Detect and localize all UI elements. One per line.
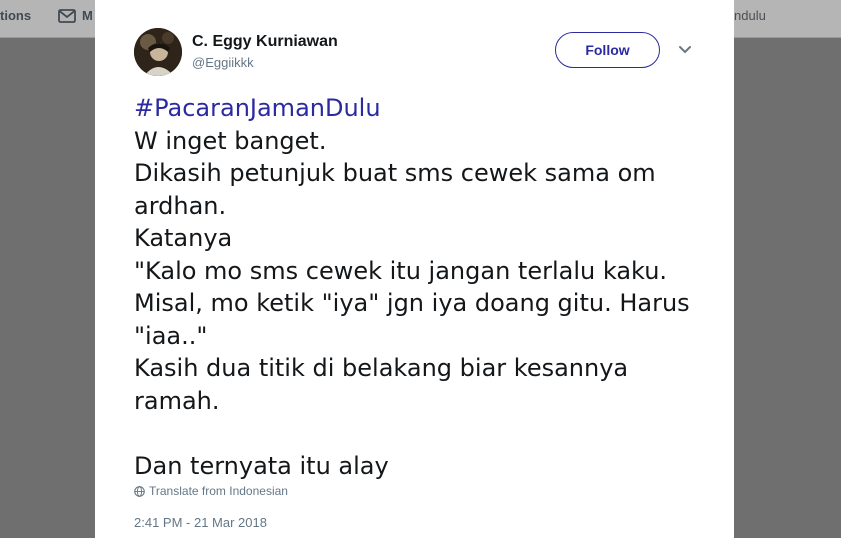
tweet-modal: C. Eggy Kurniawan @Eggiikkk Follow #Paca… <box>95 0 734 538</box>
tweet-text: #PacaranJamanDulu W inget banget. Dikasih… <box>134 92 714 482</box>
avatar[interactable] <box>134 28 182 76</box>
author-handle[interactable]: @Eggiikkk <box>192 55 254 70</box>
nav-messages[interactable]: M <box>58 8 93 23</box>
overlay-right[interactable] <box>734 38 841 538</box>
nav-notifications[interactable]: tions <box>0 8 31 23</box>
tweet-timestamp[interactable]: 2:41 PM - 21 Mar 2018 <box>134 515 267 530</box>
globe-icon <box>134 485 145 497</box>
avatar-image <box>134 28 182 76</box>
envelope-icon <box>58 8 76 23</box>
author-name[interactable]: C. Eggy Kurniawan <box>192 33 338 51</box>
nav-search-text-label: ndulu <box>734 8 766 23</box>
translate-link[interactable]: Translate from Indonesian <box>134 484 288 498</box>
nav-messages-label: M <box>82 8 93 23</box>
tweet-body: W inget banget. Dikasih petunjuk buat sm… <box>134 126 690 480</box>
hashtag-link[interactable]: #PacaranJamanDulu <box>134 92 714 125</box>
follow-button[interactable]: Follow <box>555 32 660 68</box>
overlay-left[interactable] <box>0 38 95 538</box>
chevron-down-icon[interactable] <box>677 44 693 56</box>
nav-notifications-label: tions <box>0 8 32 23</box>
nav-search-text[interactable]: ndulu <box>734 8 766 23</box>
translate-label: Translate from Indonesian <box>149 484 288 498</box>
